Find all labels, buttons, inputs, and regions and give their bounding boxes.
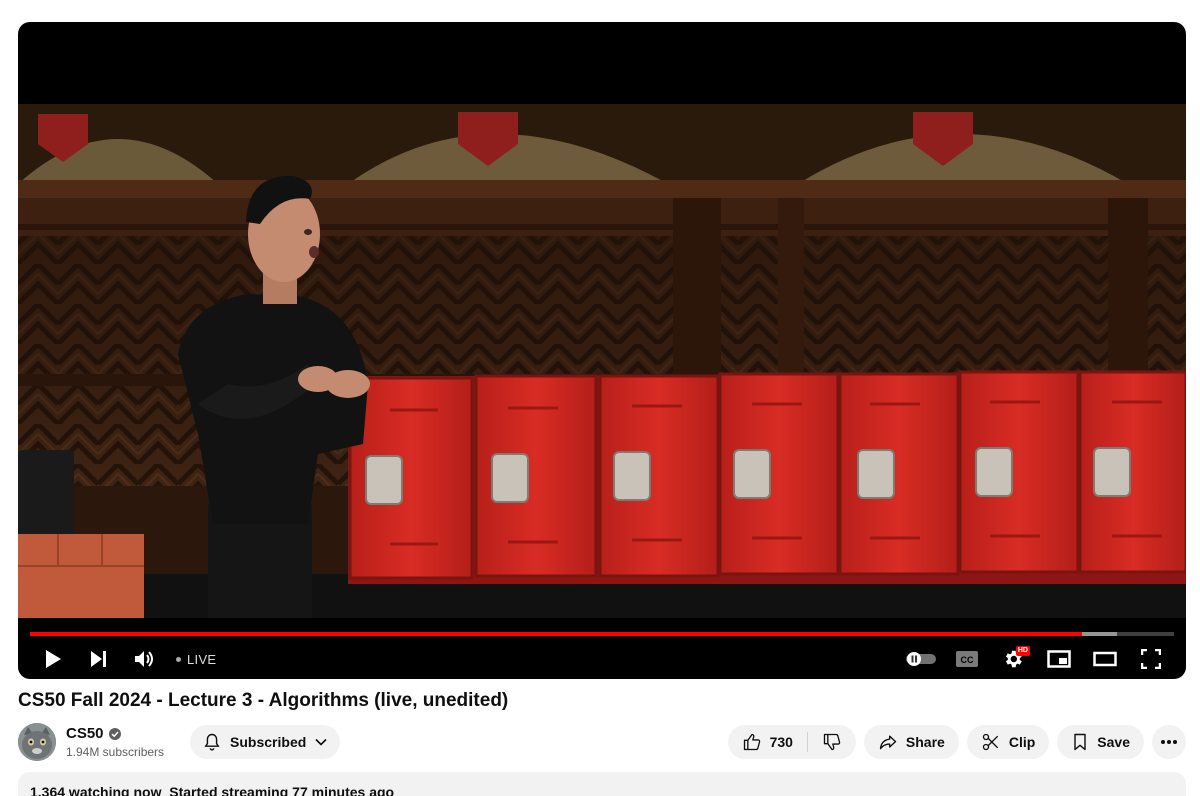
save-label: Save [1097,734,1130,750]
verified-badge-icon [108,727,121,740]
settings-button[interactable]: HD [990,640,1036,678]
dislike-button[interactable] [808,725,856,759]
thumbs-down-icon [823,733,841,751]
share-label: Share [905,734,945,750]
live-indicator[interactable]: LIVE [176,652,216,667]
view-status: 1,364 watching now Started streaming 77 … [30,784,395,796]
lockers [348,370,1186,584]
subscriber-count: 1.94M subscribers [66,745,165,759]
autoplay-toggle-icon [906,652,936,666]
description-box[interactable]: 1,364 watching now Started streaming 77 … [18,772,1186,796]
channel-name[interactable]: CS50 [66,725,104,742]
share-button[interactable]: Share [863,725,959,759]
live-dot [176,656,181,662]
scissors-icon [982,733,998,751]
subscribed-label: Subscribed [230,734,307,750]
bookmark-icon [1074,733,1087,751]
fullscreen-icon [1141,649,1161,669]
volume-icon [135,651,153,667]
captions-button[interactable]: CC [944,640,990,678]
progress-played [30,632,1083,636]
more-actions-button[interactable] [1152,725,1186,759]
next-icon [91,651,106,667]
owner-row: CS50 1.94M subscribers Subscribed [18,722,341,762]
like-button[interactable]: 730 [728,725,807,759]
svg-text:CC: CC [961,655,974,665]
channel-name-row[interactable]: CS50 [66,725,164,742]
share-icon [879,735,897,750]
save-button[interactable]: Save [1057,725,1144,759]
miniplayer-button[interactable] [1036,640,1082,678]
channel-avatar[interactable] [18,723,56,761]
video-title: CS50 Fall 2024 - Lecture 3 - Algorithms … [18,690,509,711]
theater-mode-button[interactable] [1082,640,1128,678]
mute-button[interactable] [122,640,168,678]
bell-icon [204,733,220,751]
like-count: 730 [769,734,793,750]
fullscreen-button[interactable] [1128,640,1174,678]
like-dislike-group: 730 [727,725,856,759]
video-frame[interactable] [18,104,1186,618]
play-icon [46,650,61,668]
subscribed-button[interactable]: Subscribed [190,725,341,759]
captions-icon: CC [956,651,978,667]
thumbs-up-icon [743,733,760,751]
player-controls: LIVE CC HD [18,640,1186,678]
video-player[interactable]: LIVE CC HD [18,22,1186,679]
clip-button[interactable]: Clip [966,725,1050,759]
more-horizontal-icon [1161,740,1177,744]
play-button[interactable] [30,640,76,678]
cat-avatar-image [18,723,56,761]
miniplayer-icon [1047,650,1071,668]
video-actions: 730 Share Clip Save [727,725,1186,759]
next-button[interactable] [76,640,122,678]
theater-icon [1093,651,1117,667]
channel-info: CS50 1.94M subscribers [66,725,164,759]
lecture-scene-image [18,104,1186,618]
autoplay-toggle[interactable] [898,640,944,678]
clip-label: Clip [1008,734,1036,750]
live-label: LIVE [187,651,217,667]
chevron-down-icon [315,738,327,746]
progress-bar[interactable] [30,632,1174,636]
hd-badge: HD [1015,646,1030,656]
